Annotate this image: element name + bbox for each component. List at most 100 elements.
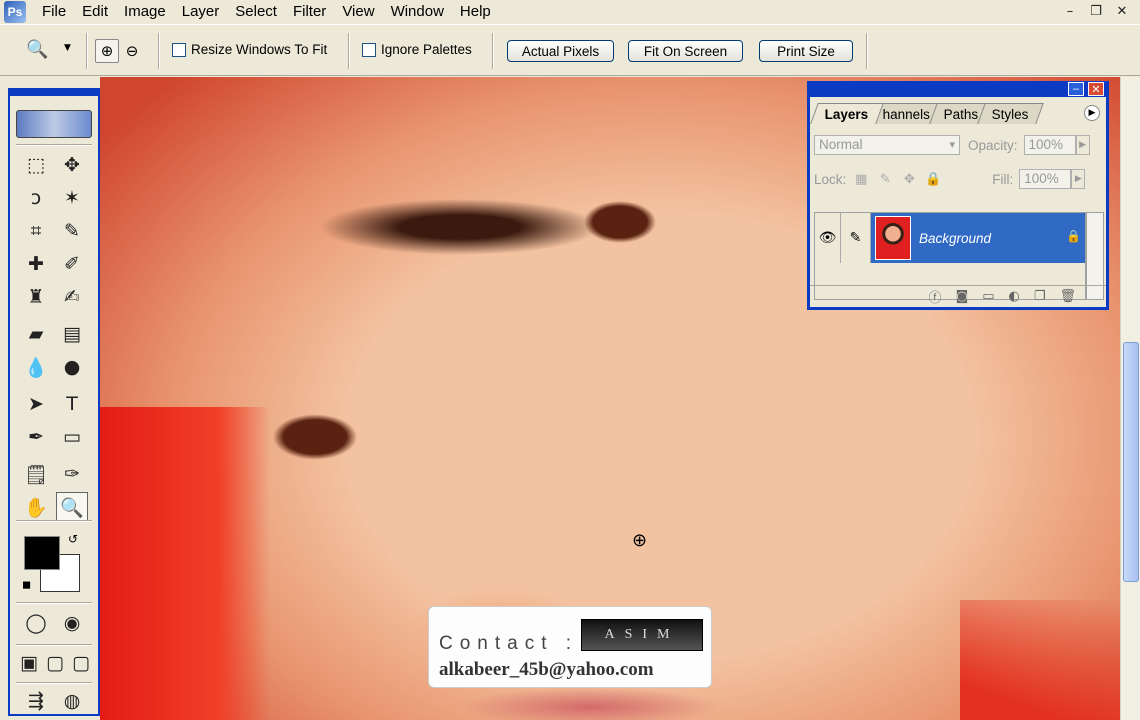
panel-close-button[interactable]: ✕	[1088, 82, 1104, 96]
layers-panel: – ✕ Layers hannels Paths Styles ▶ Normal…	[807, 81, 1109, 310]
menu-image[interactable]: Image	[116, 1, 174, 23]
zoom-out-icon[interactable]: ⊖	[120, 39, 144, 63]
adobe-online-icon[interactable]	[16, 110, 92, 138]
slice-tool-icon[interactable]: ✎	[56, 216, 88, 246]
imageready-icon[interactable]: ◍	[56, 686, 88, 716]
lock-image-icon[interactable]: ✎	[876, 170, 894, 188]
separator	[866, 33, 868, 69]
minimize-button[interactable]: –	[1060, 3, 1080, 20]
quick-mask-icon[interactable]: ◉	[56, 608, 88, 638]
checkbox-box[interactable]	[172, 42, 186, 57]
ignore-palettes-checkbox[interactable]: Ignore Palettes	[362, 42, 472, 57]
actual-pixels-button[interactable]: Actual Pixels	[507, 40, 614, 62]
blend-mode-select[interactable]: Normal	[814, 135, 960, 155]
close-button[interactable]: ✕	[1112, 3, 1132, 20]
layer-selection[interactable]: Background 🔒	[871, 213, 1085, 263]
print-size-button[interactable]: Print Size	[759, 40, 853, 62]
opacity-field[interactable]: 100%	[1023, 135, 1076, 155]
notes-tool-icon[interactable]: 🗒	[20, 459, 52, 489]
type-tool-icon[interactable]: T	[56, 389, 88, 419]
shape-tool-icon[interactable]: ▭	[56, 422, 88, 452]
blur-tool-icon[interactable]: 💧	[20, 352, 52, 382]
new-set-icon[interactable]: ▭	[982, 289, 994, 304]
scrollbar-thumb[interactable]	[1123, 342, 1139, 582]
fit-on-screen-button[interactable]: Fit On Screen	[628, 40, 743, 62]
tab-layers[interactable]: Layers	[810, 103, 884, 124]
separator	[16, 520, 92, 522]
lasso-tool-icon[interactable]: ↄ	[20, 183, 52, 213]
swap-colors-icon[interactable]: ↺	[68, 532, 78, 546]
restore-button[interactable]: ❐	[1086, 3, 1106, 20]
fill-field[interactable]: 100%	[1019, 169, 1072, 189]
menu-layer[interactable]: Layer	[174, 1, 228, 23]
fill-arrow-icon[interactable]: ▶	[1071, 169, 1086, 189]
pen-tool-icon[interactable]: ✒	[20, 422, 52, 452]
path-select-tool-icon[interactable]: ➤	[20, 389, 52, 419]
layer-thumbnail	[875, 216, 911, 260]
menu-select[interactable]: Select	[227, 1, 285, 23]
blend-row: Normal Opacity: 100% ▶	[814, 135, 1090, 155]
menu-edit[interactable]: Edit	[74, 1, 116, 23]
menu-filter[interactable]: Filter	[285, 1, 334, 23]
gradient-tool-icon[interactable]: ▤	[56, 319, 88, 349]
move-tool-icon[interactable]: ✥	[56, 150, 88, 180]
zoom-cursor-icon: ⊕	[632, 530, 648, 551]
zoom-tool-icon[interactable]: 🔍	[56, 492, 88, 522]
zoom-tool-preset-icon[interactable]: 🔍	[26, 39, 52, 65]
layer-row[interactable]: 👁 ✎ Background 🔒	[815, 213, 1085, 263]
history-brush-tool-icon[interactable]: ✍	[56, 282, 88, 312]
standard-mode-icon[interactable]: ◯	[20, 608, 52, 638]
lock-icon: 🔒	[1066, 229, 1081, 243]
rect-marquee-tool-icon[interactable]: ⬚	[20, 150, 52, 180]
panel-footer: ⓕ ◙ ▭ ◐ ❐ 🗑	[810, 285, 1106, 307]
tab-styles[interactable]: Styles	[977, 103, 1044, 124]
canvas-vertical-scrollbar[interactable]	[1120, 77, 1140, 720]
hand-tool-icon[interactable]: ✋	[20, 492, 52, 522]
menu-bar: Ps File Edit Image Layer Select Filter V…	[0, 0, 1140, 24]
screen-mode-menu-icon[interactable]: ▢	[42, 648, 68, 678]
adjustment-layer-icon[interactable]: ◐	[1008, 289, 1019, 304]
menu-window[interactable]: Window	[383, 1, 452, 23]
crop-tool-icon[interactable]: ⌗	[20, 216, 52, 246]
badge-text: ASIM	[604, 627, 680, 642]
brush-icon[interactable]: ✎	[841, 213, 871, 263]
canvas-region	[960, 600, 1120, 720]
zoom-in-icon[interactable]: ⊕	[95, 39, 119, 63]
lock-all-icon[interactable]: 🔒	[924, 170, 942, 188]
new-layer-icon[interactable]: ❐	[1034, 289, 1046, 304]
checkbox-box[interactable]	[362, 42, 376, 57]
menu-help[interactable]: Help	[452, 1, 499, 23]
healing-tool-icon[interactable]: ✚	[20, 249, 52, 279]
magic-wand-tool-icon[interactable]: ✶	[56, 183, 88, 213]
add-style-icon[interactable]: ⓕ	[929, 287, 942, 306]
jump-to-imageready-icon[interactable]: ⇶	[20, 686, 52, 716]
screen-mode-standard-icon[interactable]: ▣	[16, 648, 42, 678]
panel-minimize-button[interactable]: –	[1068, 82, 1084, 96]
contact-watermark: Contact : ASIM alkabeer_45b@yahoo.com	[428, 606, 712, 688]
panel-tabs: Layers hannels Paths Styles	[810, 103, 1044, 125]
chevron-down-icon[interactable]: ▼	[64, 43, 71, 53]
brush-tool-icon[interactable]: ✐	[56, 249, 88, 279]
eye-icon[interactable]: 👁	[815, 213, 841, 263]
screen-mode-full-icon[interactable]: ▢	[68, 648, 94, 678]
foreground-color-swatch[interactable]	[24, 536, 60, 570]
panel-menu-arrow-icon[interactable]: ▶	[1084, 105, 1100, 121]
delete-layer-icon[interactable]: 🗑	[1059, 289, 1076, 304]
dodge-tool-icon[interactable]: ●	[56, 352, 88, 382]
lock-transparent-icon[interactable]: ▦	[852, 170, 870, 188]
add-mask-icon[interactable]: ◙	[956, 289, 969, 304]
opacity-arrow-icon[interactable]: ▶	[1075, 135, 1090, 155]
separator	[492, 33, 494, 69]
separator	[348, 33, 350, 69]
lock-position-icon[interactable]: ✥	[900, 170, 918, 188]
eyedropper-tool-icon[interactable]: ✑	[56, 459, 88, 489]
clone-stamp-tool-icon[interactable]: ♜	[20, 282, 52, 312]
menu-view[interactable]: View	[334, 1, 382, 23]
menu-file[interactable]: File	[34, 1, 74, 23]
window-controls: – ❐ ✕	[1060, 3, 1132, 20]
default-colors-icon[interactable]: ◼	[22, 578, 31, 591]
eraser-tool-icon[interactable]: ▰	[20, 319, 52, 349]
resize-windows-checkbox[interactable]: Resize Windows To Fit	[172, 42, 327, 57]
options-bar: 🔍 ▼ ⊕ ⊖ Resize Windows To Fit Ignore Pal…	[0, 24, 1140, 76]
separator	[158, 33, 160, 69]
